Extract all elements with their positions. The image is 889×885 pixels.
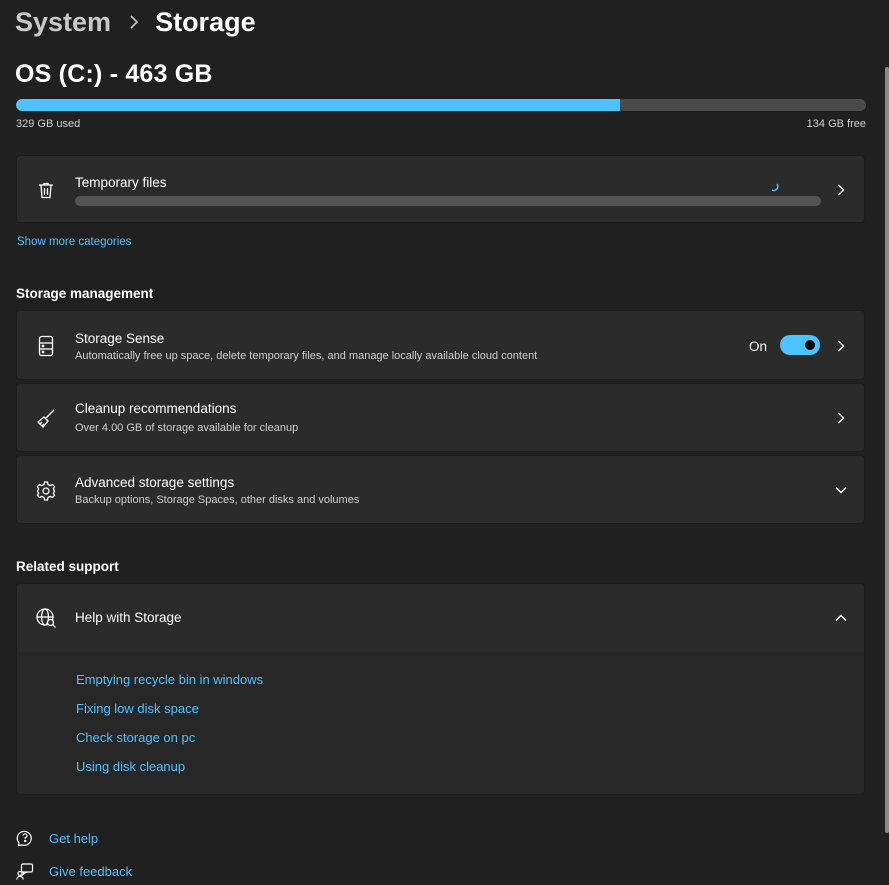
get-help-link[interactable]: Get help <box>49 831 98 846</box>
storage-sense-title: Storage Sense <box>75 331 165 346</box>
chevron-right-icon <box>834 411 848 425</box>
help-link-check-storage[interactable]: Check storage on pc <box>76 730 195 745</box>
help-link-low-disk-space[interactable]: Fixing low disk space <box>76 701 199 716</box>
trash-icon <box>35 179 57 201</box>
storage-sense-toggle[interactable] <box>780 335 820 355</box>
help-link-recycle-bin[interactable]: Emptying recycle bin in windows <box>76 672 263 687</box>
drive-icon <box>35 335 57 357</box>
show-more-categories-link[interactable]: Show more categories <box>17 236 131 248</box>
storage-sense-toggle-label: On <box>748 339 767 354</box>
drive-title: OS (C:) - 463 GB <box>15 60 213 88</box>
advanced-storage-settings-card[interactable]: Advanced storage settings Backup options… <box>16 455 865 524</box>
storage-sense-subtitle: Automatically free up space, delete temp… <box>75 350 538 362</box>
storage-management-heading: Storage management <box>16 286 154 301</box>
globe-search-icon <box>35 607 57 629</box>
breadcrumb-system[interactable]: System <box>15 7 111 38</box>
help-with-storage-title: Help with Storage <box>75 610 182 625</box>
help-with-storage-card: Help with Storage Emptying recycle bin i… <box>16 583 865 795</box>
related-support-heading: Related support <box>16 559 119 574</box>
cleanup-recommendations-subtitle: Over 4.00 GB of storage available for cl… <box>75 422 299 434</box>
chevron-right-icon <box>129 15 139 29</box>
chevron-right-icon <box>834 183 848 197</box>
help-icon <box>16 829 34 847</box>
breadcrumb: System Storage <box>15 2 256 42</box>
storage-sense-card[interactable]: Storage Sense Automatically free up spac… <box>16 310 865 380</box>
gear-icon <box>35 480 57 502</box>
chevron-down-icon <box>834 483 848 497</box>
scrollbar[interactable] <box>885 67 889 833</box>
free-label: 134 GB free <box>806 118 866 130</box>
help-links: Emptying recycle bin in windows Fixing l… <box>17 652 864 794</box>
advanced-storage-settings-subtitle: Backup options, Storage Spaces, other di… <box>75 494 360 506</box>
toggle-knob <box>805 340 815 350</box>
temporary-files-card[interactable]: Temporary files <box>16 155 865 223</box>
used-label: 329 GB used <box>16 118 81 130</box>
help-link-disk-cleanup[interactable]: Using disk cleanup <box>76 759 185 774</box>
usage-bar <box>16 99 866 111</box>
give-feedback-link[interactable]: Give feedback <box>49 864 132 879</box>
chevron-right-icon <box>834 339 848 353</box>
advanced-storage-settings-title: Advanced storage settings <box>75 475 235 490</box>
temporary-files-title: Temporary files <box>75 175 167 190</box>
temporary-files-progress <box>75 196 821 206</box>
usage-bar-fill <box>16 99 621 111</box>
feedback-icon <box>16 862 34 880</box>
cleanup-recommendations-card[interactable]: Cleanup recommendations Over 4.00 GB of … <box>16 383 865 452</box>
help-with-storage-header[interactable]: Help with Storage <box>17 584 864 653</box>
page-title: Storage <box>155 6 256 37</box>
chevron-up-icon <box>834 611 848 625</box>
broom-icon <box>35 408 57 430</box>
spinner-icon <box>769 179 779 192</box>
cleanup-recommendations-title: Cleanup recommendations <box>75 401 237 416</box>
